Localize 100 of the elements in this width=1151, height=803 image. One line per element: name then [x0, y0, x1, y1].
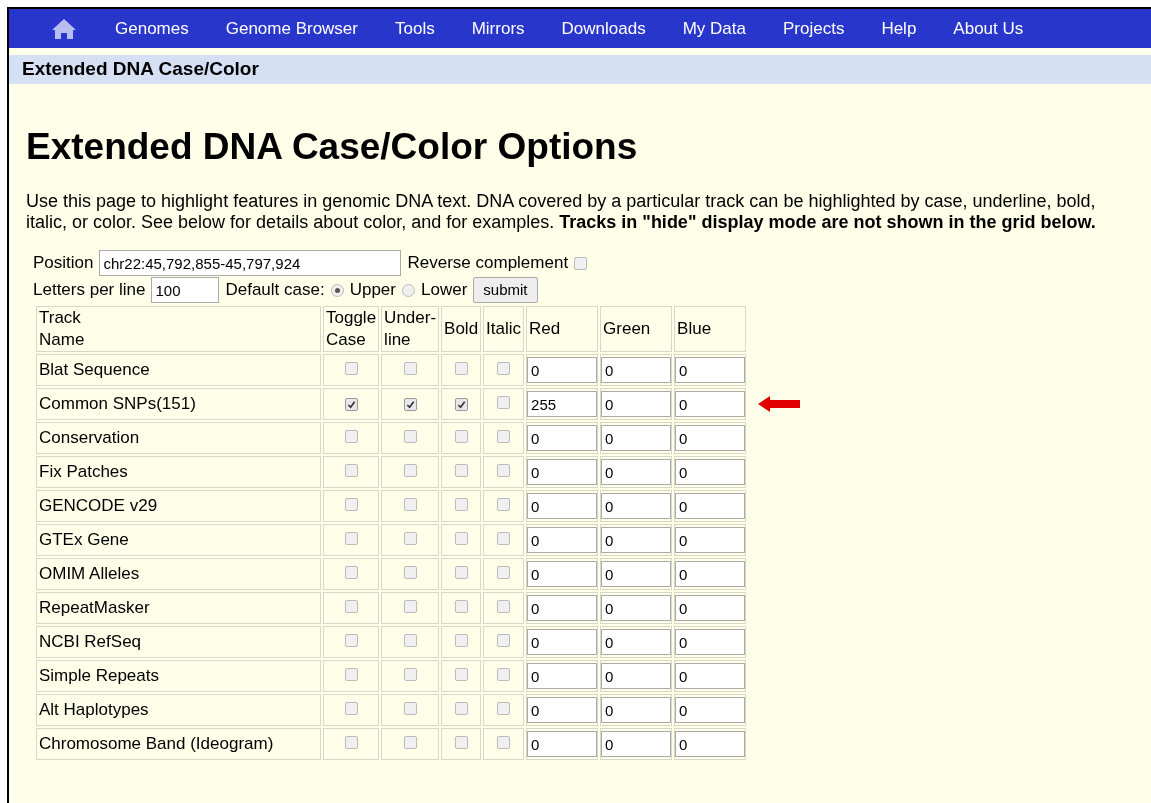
checkbox[interactable]: [344, 634, 358, 648]
checkbox[interactable]: [454, 736, 468, 750]
color-value-field[interactable]: 0: [601, 357, 672, 383]
checkbox[interactable]: [454, 702, 468, 716]
color-value-field[interactable]: 0: [675, 629, 746, 655]
home-icon[interactable]: [51, 17, 77, 40]
color-value-field[interactable]: 0: [601, 663, 672, 689]
nav-link[interactable]: Genome Browser: [225, 15, 358, 42]
color-value-field[interactable]: 0: [675, 663, 746, 689]
checkbox[interactable]: [497, 498, 511, 512]
checkbox[interactable]: [497, 702, 511, 716]
checkbox[interactable]: [344, 668, 358, 682]
checkbox[interactable]: [344, 702, 358, 716]
checkbox[interactable]: [454, 600, 468, 614]
checkbox[interactable]: [454, 362, 468, 376]
color-value-field[interactable]: 0: [675, 527, 746, 553]
checkbox[interactable]: [344, 464, 358, 478]
checkbox[interactable]: [454, 498, 468, 512]
color-value-field[interactable]: 0: [675, 697, 746, 723]
radio-button[interactable]: [402, 283, 415, 297]
checkbox[interactable]: [497, 566, 511, 580]
position-field[interactable]: chr22:45,792,855-45,797,924: [99, 250, 402, 276]
checkbox[interactable]: [497, 600, 511, 614]
color-value-field[interactable]: 0: [527, 663, 598, 689]
color-value-field[interactable]: 0: [601, 425, 672, 451]
nav-link[interactable]: Projects: [782, 15, 845, 42]
nav-link[interactable]: Genomes: [115, 15, 189, 42]
checkbox[interactable]: [403, 362, 417, 376]
nav-link[interactable]: Tools: [395, 15, 435, 42]
checkbox[interactable]: [344, 362, 358, 376]
color-value-field[interactable]: 0: [601, 391, 672, 417]
checkbox[interactable]: [497, 362, 511, 376]
color-value-field[interactable]: 0: [601, 561, 672, 587]
color-value-field[interactable]: 0: [601, 629, 672, 655]
color-value-field[interactable]: 0: [675, 459, 746, 485]
color-value-field[interactable]: 0: [675, 493, 746, 519]
checkbox[interactable]: [574, 256, 588, 270]
checkbox[interactable]: [497, 396, 511, 410]
checkbox[interactable]: [403, 498, 417, 512]
checkbox[interactable]: [344, 566, 358, 580]
color-value-field[interactable]: 0: [527, 527, 598, 553]
checkbox[interactable]: [403, 634, 417, 648]
color-value-field[interactable]: 0: [527, 493, 598, 519]
color-value-field[interactable]: 0: [527, 561, 598, 587]
color-value-field[interactable]: 0: [527, 697, 598, 723]
checkbox[interactable]: [454, 430, 468, 444]
checkbox[interactable]: [454, 532, 468, 546]
checkbox[interactable]: [497, 634, 511, 648]
checkbox[interactable]: [344, 498, 358, 512]
letters-field[interactable]: 100: [151, 277, 220, 303]
checkbox[interactable]: [403, 566, 417, 580]
checkbox[interactable]: [454, 464, 468, 478]
checkbox[interactable]: [344, 532, 358, 546]
submit-button[interactable]: submit: [473, 277, 538, 303]
nav-link[interactable]: My Data: [682, 15, 746, 42]
color-value-field[interactable]: 0: [601, 493, 672, 519]
checkbox[interactable]: [497, 430, 511, 444]
checkbox[interactable]: [454, 566, 468, 580]
checkbox[interactable]: [403, 702, 417, 716]
checkbox[interactable]: [497, 736, 511, 750]
nav-link[interactable]: Mirrors: [471, 15, 525, 42]
color-value-field[interactable]: 0: [675, 425, 746, 451]
checkbox[interactable]: [497, 532, 511, 546]
checkbox[interactable]: [403, 668, 417, 682]
color-value-field[interactable]: 0: [601, 595, 672, 621]
color-value-field[interactable]: 0: [601, 697, 672, 723]
nav-link[interactable]: Downloads: [561, 15, 646, 42]
checkbox[interactable]: [497, 464, 511, 478]
checkbox[interactable]: [454, 398, 468, 412]
checkbox[interactable]: [403, 430, 417, 444]
nav-link[interactable]: About Us: [953, 15, 1024, 42]
color-value-field[interactable]: 0: [675, 731, 746, 757]
color-value-field[interactable]: 0: [601, 731, 672, 757]
nav-link[interactable]: Help: [881, 15, 917, 42]
checkbox[interactable]: [454, 634, 468, 648]
checkbox[interactable]: [497, 668, 511, 682]
checkbox[interactable]: [403, 532, 417, 546]
checkbox[interactable]: [344, 430, 358, 444]
checkbox[interactable]: [454, 668, 468, 682]
color-value-field[interactable]: 0: [675, 561, 746, 587]
color-value-field[interactable]: 0: [601, 459, 672, 485]
checkbox[interactable]: [344, 398, 358, 412]
color-value-field[interactable]: 0: [527, 629, 598, 655]
color-value-field[interactable]: 255: [527, 391, 598, 417]
color-value-field[interactable]: 0: [527, 459, 598, 485]
color-value-field[interactable]: 0: [601, 527, 672, 553]
color-value-field[interactable]: 0: [675, 391, 746, 417]
checkbox[interactable]: [344, 600, 358, 614]
checkbox[interactable]: [403, 398, 417, 412]
checkbox[interactable]: [403, 600, 417, 614]
radio-button[interactable]: [330, 283, 344, 297]
color-value-field[interactable]: 0: [527, 357, 598, 383]
color-value-field[interactable]: 0: [527, 425, 598, 451]
color-value-field[interactable]: 0: [527, 731, 598, 757]
color-value-field[interactable]: 0: [675, 595, 746, 621]
checkbox[interactable]: [403, 736, 417, 750]
color-value-field[interactable]: 0: [527, 595, 598, 621]
checkbox[interactable]: [344, 736, 358, 750]
checkbox[interactable]: [403, 464, 417, 478]
color-value-field[interactable]: 0: [675, 357, 746, 383]
